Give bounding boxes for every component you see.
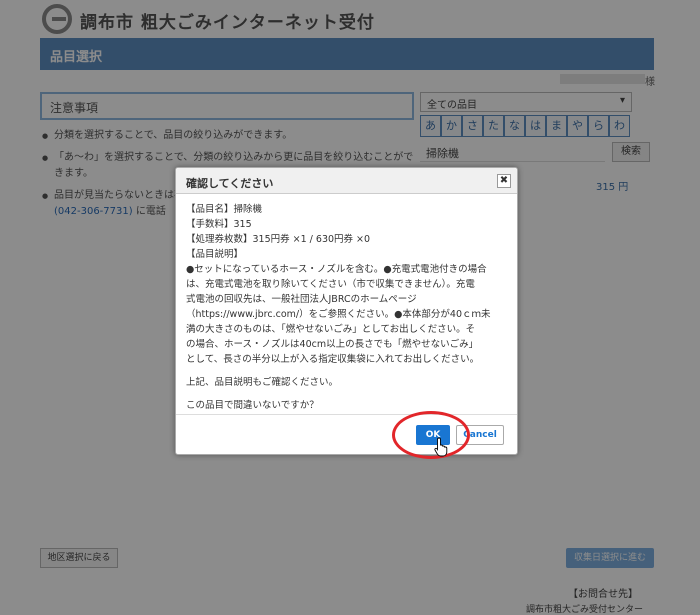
dialog-title: 確認してください: [186, 177, 274, 190]
description-line: （https://www.jbrc.com/）をご参照ください。●本体部分が40…: [186, 309, 491, 320]
highlight-circle: [392, 411, 470, 459]
description-line: として、長さの半分以上が入る指定収集袋に入れてお出しください。: [186, 354, 480, 365]
hand-cursor-icon: [434, 437, 448, 457]
item-fee: 【手数料】315: [186, 219, 252, 230]
ticket-count: 【処理券枚数】315円券 ×1 / 630円券 ×0: [186, 234, 371, 245]
description-line: ●セットになっているホース・ノズルを含む。●充電式電池付きの場合: [186, 264, 487, 275]
description-line: 式電池の回収先は、一般社団法人JBRCのホームページ: [186, 294, 417, 305]
close-icon[interactable]: ✖: [497, 174, 511, 188]
dialog-header: 確認してください ✖: [176, 168, 517, 194]
confirm-description: 上記、品目説明もご確認ください。: [186, 377, 339, 388]
description-line: の場合、ホース・ノズルは40cm以上の長さでも「燃やせないごみ」: [186, 339, 479, 350]
description-line: 満の大きさのものは、「燃やせないごみ」としてお出しください。そ: [186, 324, 476, 335]
dialog-body: 【品目名】掃除機 【手数料】315 【処理券枚数】315円券 ×1 / 630円…: [176, 194, 517, 414]
description-line: は、充電式電池を取り除いてください（市で収集できません）。充電: [186, 279, 475, 290]
item-name: 【品目名】掃除機: [186, 204, 263, 215]
confirm-question: この品目で間違いないですか？: [186, 400, 319, 411]
description-label: 【品目説明】: [186, 249, 244, 260]
confirm-dialog: 確認してください ✖ 【品目名】掃除機 【手数料】315 【処理券枚数】315円…: [175, 167, 518, 455]
